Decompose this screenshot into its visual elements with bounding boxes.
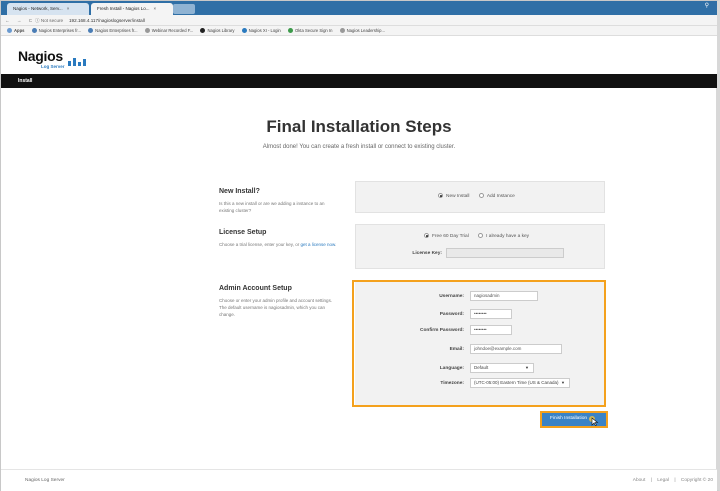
radio-label: I already have a key	[486, 234, 530, 239]
navigation-icons[interactable]: ← → C	[5, 15, 35, 26]
page-subtitle: Almost done! You can create a fresh inst…	[262, 144, 456, 150]
license-key-label: License Key:	[412, 251, 442, 256]
bookmark-item[interactable]: Webinar Recorded F...	[144, 28, 193, 33]
radio-add-instance[interactable]	[478, 193, 484, 198]
footer-separator: |	[674, 478, 676, 483]
new-tab-button[interactable]	[173, 4, 195, 14]
logo-chart-icon	[68, 56, 86, 66]
bookmark-item[interactable]: Okta Secure Sign In	[287, 28, 332, 33]
get-license-link[interactable]: get a license now	[300, 242, 335, 247]
tab-bar: Nagios - Network, Serv... × Fresh Install…	[1, 1, 717, 15]
close-tab-icon[interactable]: ×	[67, 6, 70, 11]
radio-have-key[interactable]	[478, 233, 484, 238]
license-panel: Free 60 Day Trial I already have a key L…	[355, 224, 605, 269]
new-install-description: Is this a new install or are we adding a…	[219, 201, 325, 213]
page-footer: Nagios Log Server About | Legal | Copyri…	[1, 469, 717, 491]
browser-window: Nagios - Network, Serv... × Fresh Install…	[0, 0, 720, 491]
bookmark-icon	[144, 28, 150, 33]
bookmark-item[interactable]: Nagios Library	[200, 28, 234, 33]
nav-item-install[interactable]: Install	[18, 74, 32, 88]
new-install-heading: New Install?	[219, 188, 260, 195]
tab-label: Nagios - Network, Serv...	[13, 6, 63, 11]
admin-description: Choose or enter your admin profile and a…	[219, 298, 333, 317]
bookmark-apps[interactable]: Apps	[7, 28, 24, 33]
logo[interactable]: Nagios	[18, 48, 63, 64]
address-bar: ← → C ⓘ Not secure 192.168.4.117/nagiosl…	[1, 15, 717, 26]
radio-free-trial[interactable]	[424, 233, 429, 238]
security-indicator[interactable]: ⓘ Not secure	[35, 15, 63, 26]
license-radio-group: Free 60 Day Trial I already have a key	[424, 233, 537, 239]
radio-label: New Install	[446, 194, 470, 199]
bookmark-icon	[31, 28, 37, 33]
apps-icon	[7, 28, 12, 33]
license-heading: License Setup	[219, 229, 267, 236]
footer-product-name: Nagios Log Server	[25, 478, 65, 483]
bookmark-item[interactable]: Nagios Enterprises fr...	[88, 28, 138, 33]
app-header: Nagios Log Server	[1, 36, 717, 74]
license-key-input[interactable]	[446, 248, 564, 258]
page-title: Final Installation Steps	[266, 117, 452, 136]
bookmark-item[interactable]: Nagios Enterprises fr...	[31, 28, 81, 33]
license-description-suffix: .	[335, 242, 337, 247]
bookmarks-bar: Apps Nagios Enterprises fr... Nagios Ent…	[1, 26, 717, 36]
footer-links: About | Legal | Copyright © 20	[629, 478, 713, 483]
profile-icon[interactable]: ⚲	[705, 2, 709, 9]
radio-new-install[interactable]	[438, 193, 443, 198]
bookmark-item[interactable]: Nagios Leadership...	[339, 28, 385, 33]
bookmark-icon	[200, 28, 206, 33]
new-install-panel: New Install Add Instance	[355, 181, 605, 213]
bookmark-item[interactable]: Nagios XI - Login	[241, 28, 281, 33]
license-description: Choose a trial license, enter your key, …	[219, 241, 337, 248]
close-tab-icon[interactable]: ×	[154, 6, 157, 11]
top-navbar: Install	[1, 74, 717, 88]
footer-about-link[interactable]: About	[633, 478, 646, 483]
radio-label: Add Instance	[486, 194, 515, 199]
bookmark-icon	[339, 28, 345, 33]
logo-subtitle: Log Server	[41, 64, 65, 69]
bookmark-icon	[241, 28, 247, 33]
tab-fresh-install[interactable]: Fresh Install - Nagios Lo... ×	[91, 3, 173, 15]
url-input[interactable]: 192.168.4.117/nagioslogserver/install	[69, 15, 145, 26]
cursor-icon	[589, 416, 599, 426]
tab-label: Fresh Install - Nagios Lo...	[97, 6, 150, 11]
footer-copyright: Copyright © 20	[680, 478, 713, 483]
footer-separator: |	[650, 478, 652, 483]
footer-legal-link[interactable]: Legal	[657, 478, 669, 483]
admin-section-highlight	[352, 280, 606, 407]
bookmark-icon	[88, 28, 94, 33]
license-description-text: Choose a trial license, enter your key, …	[219, 242, 301, 247]
admin-heading: Admin Account Setup	[219, 285, 292, 292]
tab-nagios-network[interactable]: Nagios - Network, Serv... ×	[7, 3, 89, 15]
install-type-radio-group: New Install Add Instance	[438, 193, 523, 199]
bookmark-icon	[287, 28, 293, 33]
radio-label: Free 60 Day Trial	[432, 234, 469, 239]
